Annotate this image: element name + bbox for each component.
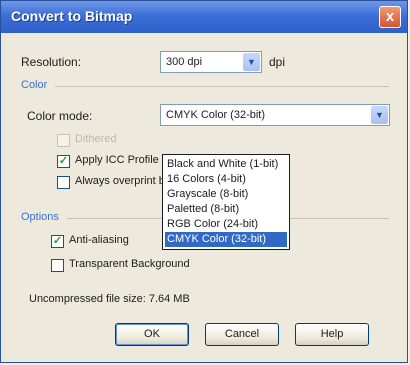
dialog-title: Convert to Bitmap xyxy=(11,8,133,24)
anti-aliasing-checkbox[interactable]: ✓ xyxy=(51,235,64,248)
file-size-text: Uncompressed file size: 7.64 MB xyxy=(29,293,190,305)
help-button[interactable]: Help xyxy=(295,323,369,346)
options-section-label: Options xyxy=(21,211,59,223)
color-mode-option[interactable]: Grayscale (8-bit) xyxy=(165,187,287,202)
chevron-down-icon[interactable]: ▼ xyxy=(371,106,388,124)
color-divider xyxy=(55,86,389,87)
color-mode-option[interactable]: Paletted (8-bit) xyxy=(165,202,287,217)
ok-button[interactable]: OK xyxy=(115,323,189,346)
anti-aliasing-label: Anti-aliasing xyxy=(69,234,129,246)
apply-icc-label: Apply ICC Profile xyxy=(75,154,159,166)
dithered-checkbox[interactable] xyxy=(57,134,70,147)
color-mode-value: CMYK Color (32-bit) xyxy=(166,109,266,121)
resolution-value: 300 dpi xyxy=(166,56,203,68)
color-mode-combo[interactable]: CMYK Color (32-bit) ▼ xyxy=(160,104,390,126)
close-icon: x xyxy=(385,8,395,25)
resolution-label: Resolution: xyxy=(21,55,82,69)
dialog-body: Resolution: 300 dpi ▼ dpi Color Color mo… xyxy=(5,33,403,359)
check-icon: ✓ xyxy=(52,235,63,247)
cancel-button[interactable]: Cancel xyxy=(205,323,279,346)
dithered-label: Dithered xyxy=(75,133,117,145)
resolution-combo[interactable]: 300 dpi ▼ xyxy=(160,51,262,73)
convert-to-bitmap-dialog: Convert to Bitmap x Resolution: 300 dpi … xyxy=(0,0,408,363)
transparent-background-label: Transparent Background xyxy=(69,258,190,270)
resolution-unit: dpi xyxy=(269,55,286,69)
always-overprint-checkbox[interactable] xyxy=(57,176,70,189)
close-button[interactable]: x xyxy=(379,6,401,28)
apply-icc-checkbox[interactable]: ✓ xyxy=(57,155,70,168)
color-mode-option[interactable]: Black and White (1-bit) xyxy=(165,157,287,172)
color-mode-option-selected[interactable]: CMYK Color (32-bit) xyxy=(165,232,287,247)
transparent-background-checkbox[interactable] xyxy=(51,259,64,272)
color-mode-option[interactable]: RGB Color (24-bit) xyxy=(165,217,287,232)
title-bar[interactable]: Convert to Bitmap x xyxy=(1,1,407,33)
color-section-label: Color xyxy=(21,79,48,91)
color-mode-option[interactable]: 16 Colors (4-bit) xyxy=(165,172,287,187)
check-icon: ✓ xyxy=(58,155,69,167)
color-mode-dropdown-list: Black and White (1-bit) 16 Colors (4-bit… xyxy=(162,154,290,250)
color-mode-label: Color mode: xyxy=(27,109,93,123)
chevron-down-icon[interactable]: ▼ xyxy=(243,53,260,71)
